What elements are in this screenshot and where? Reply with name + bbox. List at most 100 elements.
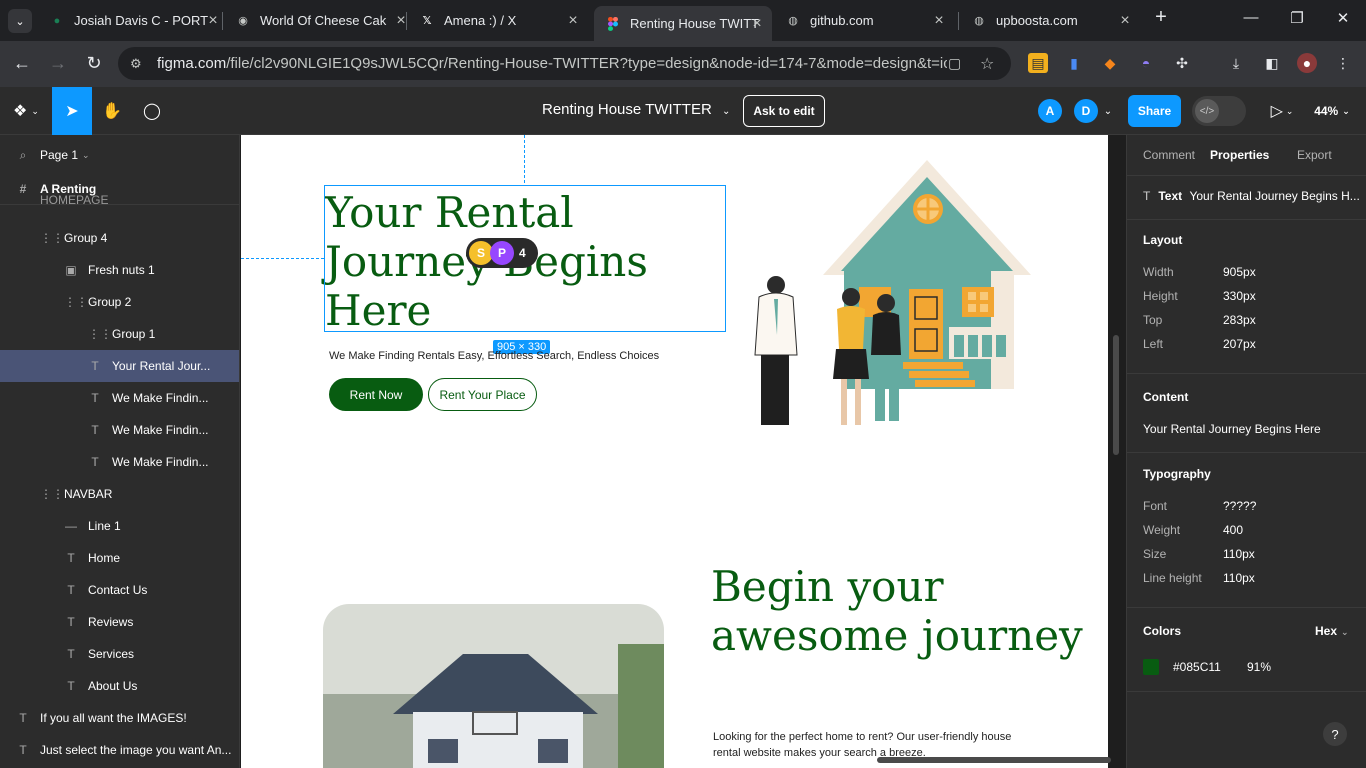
color-hex-value[interactable]: #085C11 <box>1173 660 1221 674</box>
window-close-icon[interactable]: ✕ <box>1333 9 1353 27</box>
house-illustration[interactable] <box>741 157 1041 442</box>
layer-row[interactable]: T About Us <box>0 670 239 702</box>
close-icon[interactable]: × <box>566 12 580 30</box>
layer-label: Your Rental Jour... <box>112 359 211 373</box>
rent-now-button[interactable]: Rent Now <box>329 378 423 411</box>
help-button[interactable]: ? <box>1323 722 1347 746</box>
section-heading[interactable]: Begin your awesome journey <box>711 562 1091 660</box>
tab-4[interactable]: ◍ github.com × <box>786 8 946 33</box>
vertical-scrollbar[interactable] <box>1113 335 1119 455</box>
page-selector[interactable]: ⌕ Page 1 ⌄ <box>0 139 239 171</box>
dev-mode-toggle[interactable]: </> <box>1192 96 1246 126</box>
content-value[interactable]: Your Rental Journey Begins Here <box>1143 422 1321 436</box>
layer-label: Contact Us <box>88 583 148 597</box>
layer-row[interactable]: T Contact Us <box>0 574 239 606</box>
extension-doc-icon[interactable]: ▮ <box>1064 53 1084 73</box>
tab-0[interactable]: ● Josiah Davis C - PORT × <box>50 8 220 33</box>
size-value[interactable]: 110px <box>1223 547 1255 561</box>
download-icon[interactable]: ⤓ <box>1226 53 1246 73</box>
ask-to-edit-button[interactable]: Ask to edit <box>743 95 825 127</box>
collaborators-badge[interactable]: S P 4 <box>466 238 538 268</box>
present-play-icon[interactable]: ▷ ⌄ <box>1266 87 1298 135</box>
site-settings-icon[interactable]: ⚙ <box>130 56 142 72</box>
rent-your-place-button[interactable]: Rent Your Place <box>428 378 537 411</box>
layer-row[interactable]: T We Make Findin... <box>0 414 239 446</box>
layer-cut-off: HOMEPAGE <box>40 193 109 207</box>
restore-icon[interactable]: ❐ <box>1287 9 1307 27</box>
house-photo[interactable] <box>323 604 664 768</box>
reload-icon[interactable]: ↻ <box>82 53 106 74</box>
new-tab-button[interactable]: + <box>1151 6 1171 29</box>
tab-2[interactable]: 𝕏 Amena :) / X × <box>420 8 580 33</box>
back-icon[interactable]: ← <box>10 53 34 74</box>
layer-row[interactable]: T If you all want the IMAGES! <box>0 702 239 734</box>
extension-game-icon[interactable]: ◓ <box>1136 53 1156 73</box>
height-value[interactable]: 330px <box>1223 289 1256 303</box>
comment-tool-icon[interactable]: ◯ <box>136 87 168 135</box>
profile-avatar[interactable]: ● <box>1297 53 1317 73</box>
url-path: /file/cl2v90NLGIE1Q9sJWL5CQr/Renting-Hou… <box>226 55 947 72</box>
hand-tool-icon[interactable]: ✋ <box>96 87 128 135</box>
forward-icon[interactable]: → <box>46 53 70 74</box>
close-icon[interactable]: × <box>750 15 764 33</box>
layer-row[interactable]: T Just select the image you want An... <box>0 734 239 766</box>
layer-row[interactable]: T Home <box>0 542 239 574</box>
hero-subtitle[interactable]: We Make Finding Rentals Easy, Effortless… <box>329 350 659 362</box>
chevron-down-icon[interactable]: ⌄ <box>1100 87 1116 135</box>
color-format-select[interactable]: Hex ⌄ <box>1315 624 1349 638</box>
figma-main-menu-icon[interactable]: ❖ ⌄ <box>8 87 44 135</box>
color-swatch[interactable] <box>1143 659 1159 675</box>
file-title[interactable]: Renting House TWITTER ⌄ <box>542 101 730 118</box>
zoom-level[interactable]: 44% ⌄ <box>1308 87 1356 135</box>
width-value[interactable]: 905px <box>1223 265 1256 279</box>
tab-search-icon[interactable]: ⌄ <box>8 9 32 33</box>
url-domain: figma.com <box>157 55 227 72</box>
layer-label: Group 4 <box>64 231 108 245</box>
globe-icon: ◍ <box>788 15 798 27</box>
layer-row[interactable]: ▣ Fresh nuts 1 <box>0 254 239 286</box>
layer-row[interactable]: ⋮⋮ Group 1 <box>0 318 239 350</box>
line-height-value[interactable]: 110px <box>1223 571 1255 585</box>
share-button[interactable]: Share <box>1128 95 1181 127</box>
extension-folder-icon[interactable]: ▤ <box>1028 53 1048 73</box>
avatar[interactable]: D <box>1074 99 1098 123</box>
layer-row[interactable]: — Line 1 <box>0 510 239 542</box>
tab-3-active[interactable]: Renting House TWITT × <box>594 6 772 41</box>
metamask-icon[interactable]: ◆ <box>1100 53 1120 73</box>
tab-5[interactable]: ◍ upboosta.com × <box>972 8 1132 33</box>
address-bar[interactable]: ⚙ figma.com/file/cl2v90NLGIE1Q9sJWL5CQr/… <box>118 47 1011 80</box>
close-icon[interactable]: × <box>932 12 946 30</box>
minimize-icon[interactable]: — <box>1241 9 1261 26</box>
tab-export[interactable]: Export <box>1297 148 1332 162</box>
design-frame[interactable]: Your Rental Journey Begins Here S P 4 90… <box>241 135 1108 768</box>
menu-dots-icon[interactable]: ⋮ <box>1333 53 1353 73</box>
font-value[interactable]: ????? <box>1223 499 1256 513</box>
weight-value[interactable]: 400 <box>1223 523 1243 537</box>
extensions-puzzle-icon[interactable]: ✣ <box>1172 53 1192 73</box>
chevron-down-icon: ⌄ <box>82 149 90 160</box>
layer-row[interactable]: ⋮⋮ Group 4 <box>0 222 239 254</box>
clipboard-icon[interactable]: ▢ <box>948 55 961 72</box>
layer-row[interactable]: ⋮⋮ Group 2 <box>0 286 239 318</box>
layer-row[interactable]: T We Make Findin... <box>0 382 239 414</box>
search-icon[interactable]: ⌕ <box>16 148 30 163</box>
tab-properties[interactable]: Properties <box>1210 148 1269 162</box>
close-icon[interactable]: × <box>206 12 220 30</box>
design-canvas[interactable]: Your Rental Journey Begins Here S P 4 90… <box>241 135 1125 768</box>
layer-row[interactable]: T Reviews <box>0 606 239 638</box>
layer-row[interactable]: T Services <box>0 638 239 670</box>
side-panel-icon[interactable]: ◧ <box>1262 53 1282 73</box>
close-icon[interactable]: × <box>1118 12 1132 30</box>
layer-row[interactable]: T We Make Findin... <box>0 446 239 478</box>
avatar[interactable]: A <box>1038 99 1062 123</box>
horizontal-scrollbar[interactable] <box>877 757 1111 763</box>
tab-comment[interactable]: Comment <box>1143 148 1195 162</box>
move-tool-icon[interactable]: ➤ <box>52 87 92 135</box>
bookmark-star-icon[interactable]: ☆ <box>980 54 994 74</box>
layer-row[interactable]: ⋮⋮ NAVBAR <box>0 478 239 510</box>
top-value[interactable]: 283px <box>1223 313 1256 327</box>
color-opacity-value[interactable]: 91% <box>1247 660 1271 674</box>
left-value[interactable]: 207px <box>1223 337 1256 351</box>
tab-1[interactable]: ◉ World Of Cheese Cak × <box>236 8 408 33</box>
layer-row[interactable]: T Your Rental Jour... <box>0 350 239 382</box>
